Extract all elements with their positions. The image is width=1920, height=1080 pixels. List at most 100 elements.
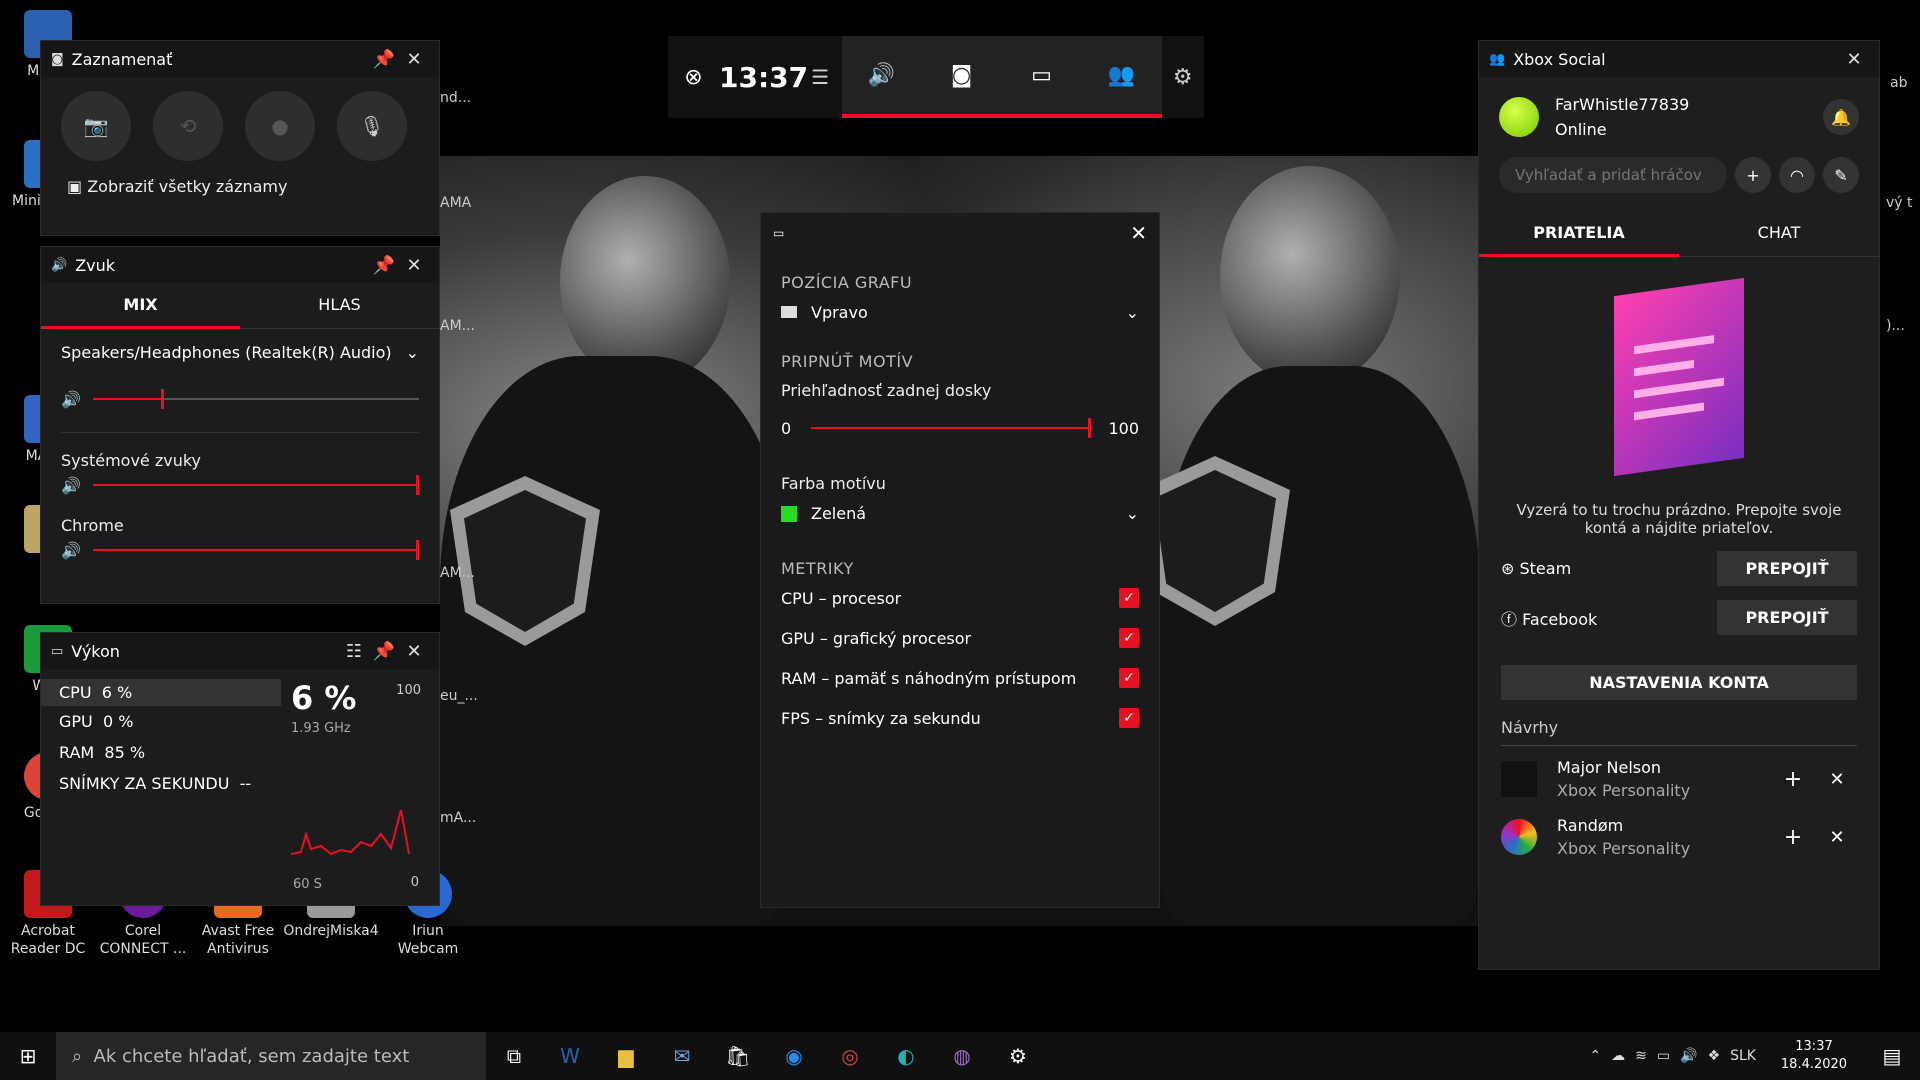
performance-settings-panel: ▭ ✕ POZÍCIA GRAFU Vpravo ⌄ PRIPNÚŤ MOTÍV…: [760, 212, 1160, 908]
settings-title-bar: ▭ ✕: [761, 213, 1159, 253]
tab-voice[interactable]: HLAS: [240, 283, 439, 329]
battery-icon[interactable]: ▭: [1657, 1048, 1670, 1064]
metric-option-label: CPU – procesor: [781, 588, 902, 608]
settings-icon[interactable]: ⚙: [990, 1032, 1046, 1080]
dismiss-icon[interactable]: ✕: [1817, 769, 1857, 790]
sliders-icon[interactable]: ☷: [339, 641, 369, 662]
record-icon[interactable]: ●: [245, 91, 315, 161]
close-icon[interactable]: ✕: [1130, 221, 1147, 245]
pin-icon[interactable]: 📌: [369, 255, 399, 276]
add-icon[interactable]: +: [1769, 825, 1817, 850]
graph-min: 0: [410, 875, 419, 890]
edge-icon[interactable]: ◐: [878, 1032, 934, 1080]
bell-icon[interactable]: 🔔: [1823, 99, 1859, 135]
camera-icon[interactable]: 📷: [61, 91, 131, 161]
wifi-icon[interactable]: ≋: [1635, 1048, 1647, 1064]
checkbox[interactable]: ✓: [1119, 588, 1139, 608]
volume-slider[interactable]: [92, 540, 419, 560]
task-view-icon[interactable]: ⧉: [486, 1032, 542, 1080]
device-volume[interactable]: 🔊: [41, 384, 439, 414]
graph-position-dropdown[interactable]: Vpravo ⌄: [761, 292, 1159, 332]
checkbox[interactable]: ✓: [1119, 708, 1139, 728]
store-icon[interactable]: 🛍: [710, 1032, 766, 1080]
volume-icon[interactable]: 🔊: [1680, 1048, 1697, 1064]
show-all-captures-label: Zobraziť všetky záznamy: [87, 177, 288, 196]
checkbox[interactable]: ✓: [1119, 668, 1139, 688]
add-friend-icon[interactable]: +: [1735, 157, 1771, 193]
avatar[interactable]: [1499, 97, 1539, 137]
social-icon[interactable]: 👥: [1081, 36, 1162, 118]
audio-title-bar: 🔊 Zvuk 📌 ✕: [41, 247, 439, 283]
app-volume[interactable]: 🔊: [41, 535, 439, 565]
metric-option[interactable]: FPS – snímky za sekundu ✓: [761, 698, 1159, 738]
word-icon[interactable]: W: [542, 1032, 598, 1080]
gear-icon[interactable]: ⚙: [1162, 65, 1205, 90]
menu-lines-icon[interactable]: ☰: [799, 65, 842, 89]
close-icon[interactable]: ✕: [399, 255, 429, 276]
compose-icon[interactable]: ✎: [1823, 157, 1859, 193]
suggestion-row[interactable]: Randøm Xbox Personality + ✕: [1479, 812, 1879, 862]
windows-start-icon[interactable]: ⊞: [0, 1032, 56, 1080]
metric-option-label: RAM – pamäť s náhodným prístupom: [781, 668, 1077, 688]
messenger-icon[interactable]: ◉: [766, 1032, 822, 1080]
capture-icon[interactable]: ◙: [921, 36, 1002, 118]
theme-color-dropdown[interactable]: Zelená ⌄: [761, 493, 1159, 533]
speaker-icon: 🔊: [61, 389, 81, 409]
app-volume[interactable]: 🔊: [41, 470, 439, 500]
chevron-up-icon[interactable]: ⌃: [1589, 1048, 1601, 1064]
close-icon[interactable]: ✕: [399, 641, 429, 662]
connect-facebook-button[interactable]: PREPOJIŤ: [1717, 600, 1857, 635]
metric-row[interactable]: CPU 6 %: [41, 679, 281, 706]
file-explorer-icon[interactable]: ▆: [598, 1032, 654, 1080]
close-icon[interactable]: ✕: [1839, 49, 1869, 70]
device-name: Speakers/Headphones (Realtek(R) Audio): [61, 343, 392, 362]
audio-widget: 🔊 Zvuk 📌 ✕ MIX HLAS Speakers/Headphones …: [40, 246, 440, 604]
metric-option[interactable]: RAM – pamäť s náhodným prístupom ✓: [761, 658, 1159, 698]
tor-browser-icon[interactable]: ◍: [934, 1032, 990, 1080]
opacity-slider[interactable]: [811, 418, 1092, 438]
performance-icon[interactable]: ▭: [1001, 36, 1082, 118]
taskbar-search[interactable]: ⌕ Ak chcete hľadať, sem zadajte text: [56, 1032, 486, 1080]
audio-icon[interactable]: 🔊: [841, 36, 922, 118]
device-select[interactable]: Speakers/Headphones (Realtek(R) Audio) ⌄: [41, 329, 439, 376]
pin-icon[interactable]: 📌: [369, 49, 399, 70]
headset-icon[interactable]: ◠: [1779, 157, 1815, 193]
language-indicator[interactable]: SLK: [1730, 1048, 1756, 1064]
connect-steam-button[interactable]: PREPOJIŤ: [1717, 551, 1857, 586]
tab-chat[interactable]: CHAT: [1679, 211, 1879, 257]
record-last-icon[interactable]: ⟲: [153, 91, 223, 161]
suggestions-heading: Návrhy: [1501, 700, 1857, 746]
capture-icon: ◙: [51, 51, 64, 67]
metric-option[interactable]: GPU – grafický procesor ✓: [761, 618, 1159, 658]
checkbox[interactable]: ✓: [1119, 628, 1139, 648]
metric-row[interactable]: RAM 85 %: [41, 737, 281, 768]
account-settings-button[interactable]: NASTAVENIA KONTA: [1501, 665, 1857, 700]
notification-icon[interactable]: ▤: [1864, 1032, 1920, 1080]
close-icon[interactable]: ✕: [399, 49, 429, 70]
steam-icon: ⊛: [1501, 559, 1520, 578]
mic-off-icon[interactable]: 🎙: [337, 91, 407, 161]
pin-icon[interactable]: 📌: [369, 641, 399, 662]
volume-slider[interactable]: [92, 389, 419, 409]
theme-color-label: Farba motívu: [781, 474, 886, 493]
tab-friends[interactable]: PRIATELIA: [1479, 211, 1679, 257]
metric-row[interactable]: SNÍMKY ZA SEKUNDU --: [41, 768, 281, 799]
chrome-icon[interactable]: ◎: [822, 1032, 878, 1080]
cloud-icon[interactable]: ☁: [1611, 1048, 1625, 1064]
wallpaper-shirt-left: [440, 356, 790, 926]
metric-option[interactable]: CPU – procesor ✓: [761, 578, 1159, 618]
dropbox-icon[interactable]: ❖: [1708, 1048, 1721, 1064]
show-all-captures-link[interactable]: ▣ Zobraziť všetky záznamy: [41, 161, 439, 212]
xbox-logo-icon[interactable]: ⊗: [668, 65, 719, 90]
desktop-icon-label: Acrobat Reader DC: [10, 923, 86, 957]
add-icon[interactable]: +: [1769, 767, 1817, 792]
volume-slider[interactable]: [92, 475, 419, 495]
taskbar-time: 13:37: [1795, 1039, 1833, 1054]
player-search-input[interactable]: [1499, 157, 1727, 193]
clock[interactable]: 13:37 18.4.2020: [1764, 1038, 1864, 1074]
tab-mix[interactable]: MIX: [41, 283, 240, 329]
mail-icon[interactable]: ✉: [654, 1032, 710, 1080]
dismiss-icon[interactable]: ✕: [1817, 827, 1857, 848]
metric-row[interactable]: GPU 0 %: [41, 706, 281, 737]
suggestion-row[interactable]: Major Nelson Xbox Personality + ✕: [1479, 746, 1879, 812]
